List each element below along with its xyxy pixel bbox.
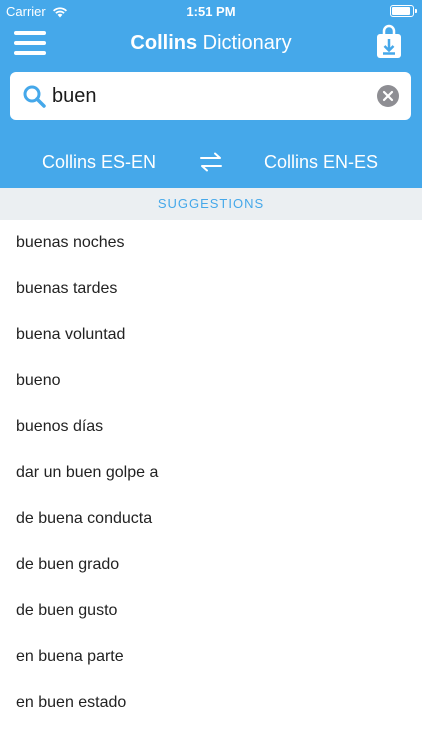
suggestion-item[interactable]: de buen gusto xyxy=(0,588,422,634)
suggestion-item[interactable]: dar un buen golpe a xyxy=(0,450,422,496)
search-icon xyxy=(23,85,46,108)
dictionary-en-es-button[interactable]: Collins EN-ES xyxy=(264,152,378,173)
suggestion-item[interactable]: buenas tardes xyxy=(0,266,422,312)
battery-level xyxy=(392,7,410,15)
dictionary-es-en-button[interactable]: Collins ES-EN xyxy=(42,152,156,173)
swap-arrows-icon[interactable] xyxy=(199,152,223,172)
suggestion-item[interactable]: bueno xyxy=(0,358,422,404)
suggestions-header: SUGGESTIONS xyxy=(0,188,422,220)
nav-bar: Collins Dictionary xyxy=(0,22,422,66)
header: Carrier 1:51 PM Collins Dictionary buen … xyxy=(0,0,422,188)
download-bag-icon[interactable] xyxy=(376,24,402,60)
app-title-regular: Dictionary xyxy=(202,32,292,54)
search-box xyxy=(10,72,411,120)
status-bar: Carrier 1:51 PM xyxy=(0,0,422,22)
clear-icon[interactable] xyxy=(377,85,399,107)
suggestion-list: buenas noches buenas tardes buena volunt… xyxy=(0,220,422,726)
dictionary-switcher: Collins ES-EN Collins EN-ES xyxy=(0,140,422,184)
suggestion-item[interactable]: de buen grado xyxy=(0,542,422,588)
status-time: 1:51 PM xyxy=(186,4,236,19)
app-title: Collins Dictionary xyxy=(0,32,422,55)
suggestion-item[interactable]: buena voluntad xyxy=(0,312,422,358)
suggestion-item[interactable]: buenas noches xyxy=(0,220,422,266)
suggestion-item[interactable]: de buena conducta xyxy=(0,496,422,542)
suggestion-item[interactable]: en buena parte xyxy=(0,634,422,680)
app-title-bold: Collins xyxy=(130,32,198,54)
suggestion-item[interactable]: buenos días xyxy=(0,404,422,450)
battery-icon xyxy=(390,5,417,17)
search-input[interactable] xyxy=(52,82,372,110)
suggestion-item[interactable]: en buen estado xyxy=(0,680,422,726)
